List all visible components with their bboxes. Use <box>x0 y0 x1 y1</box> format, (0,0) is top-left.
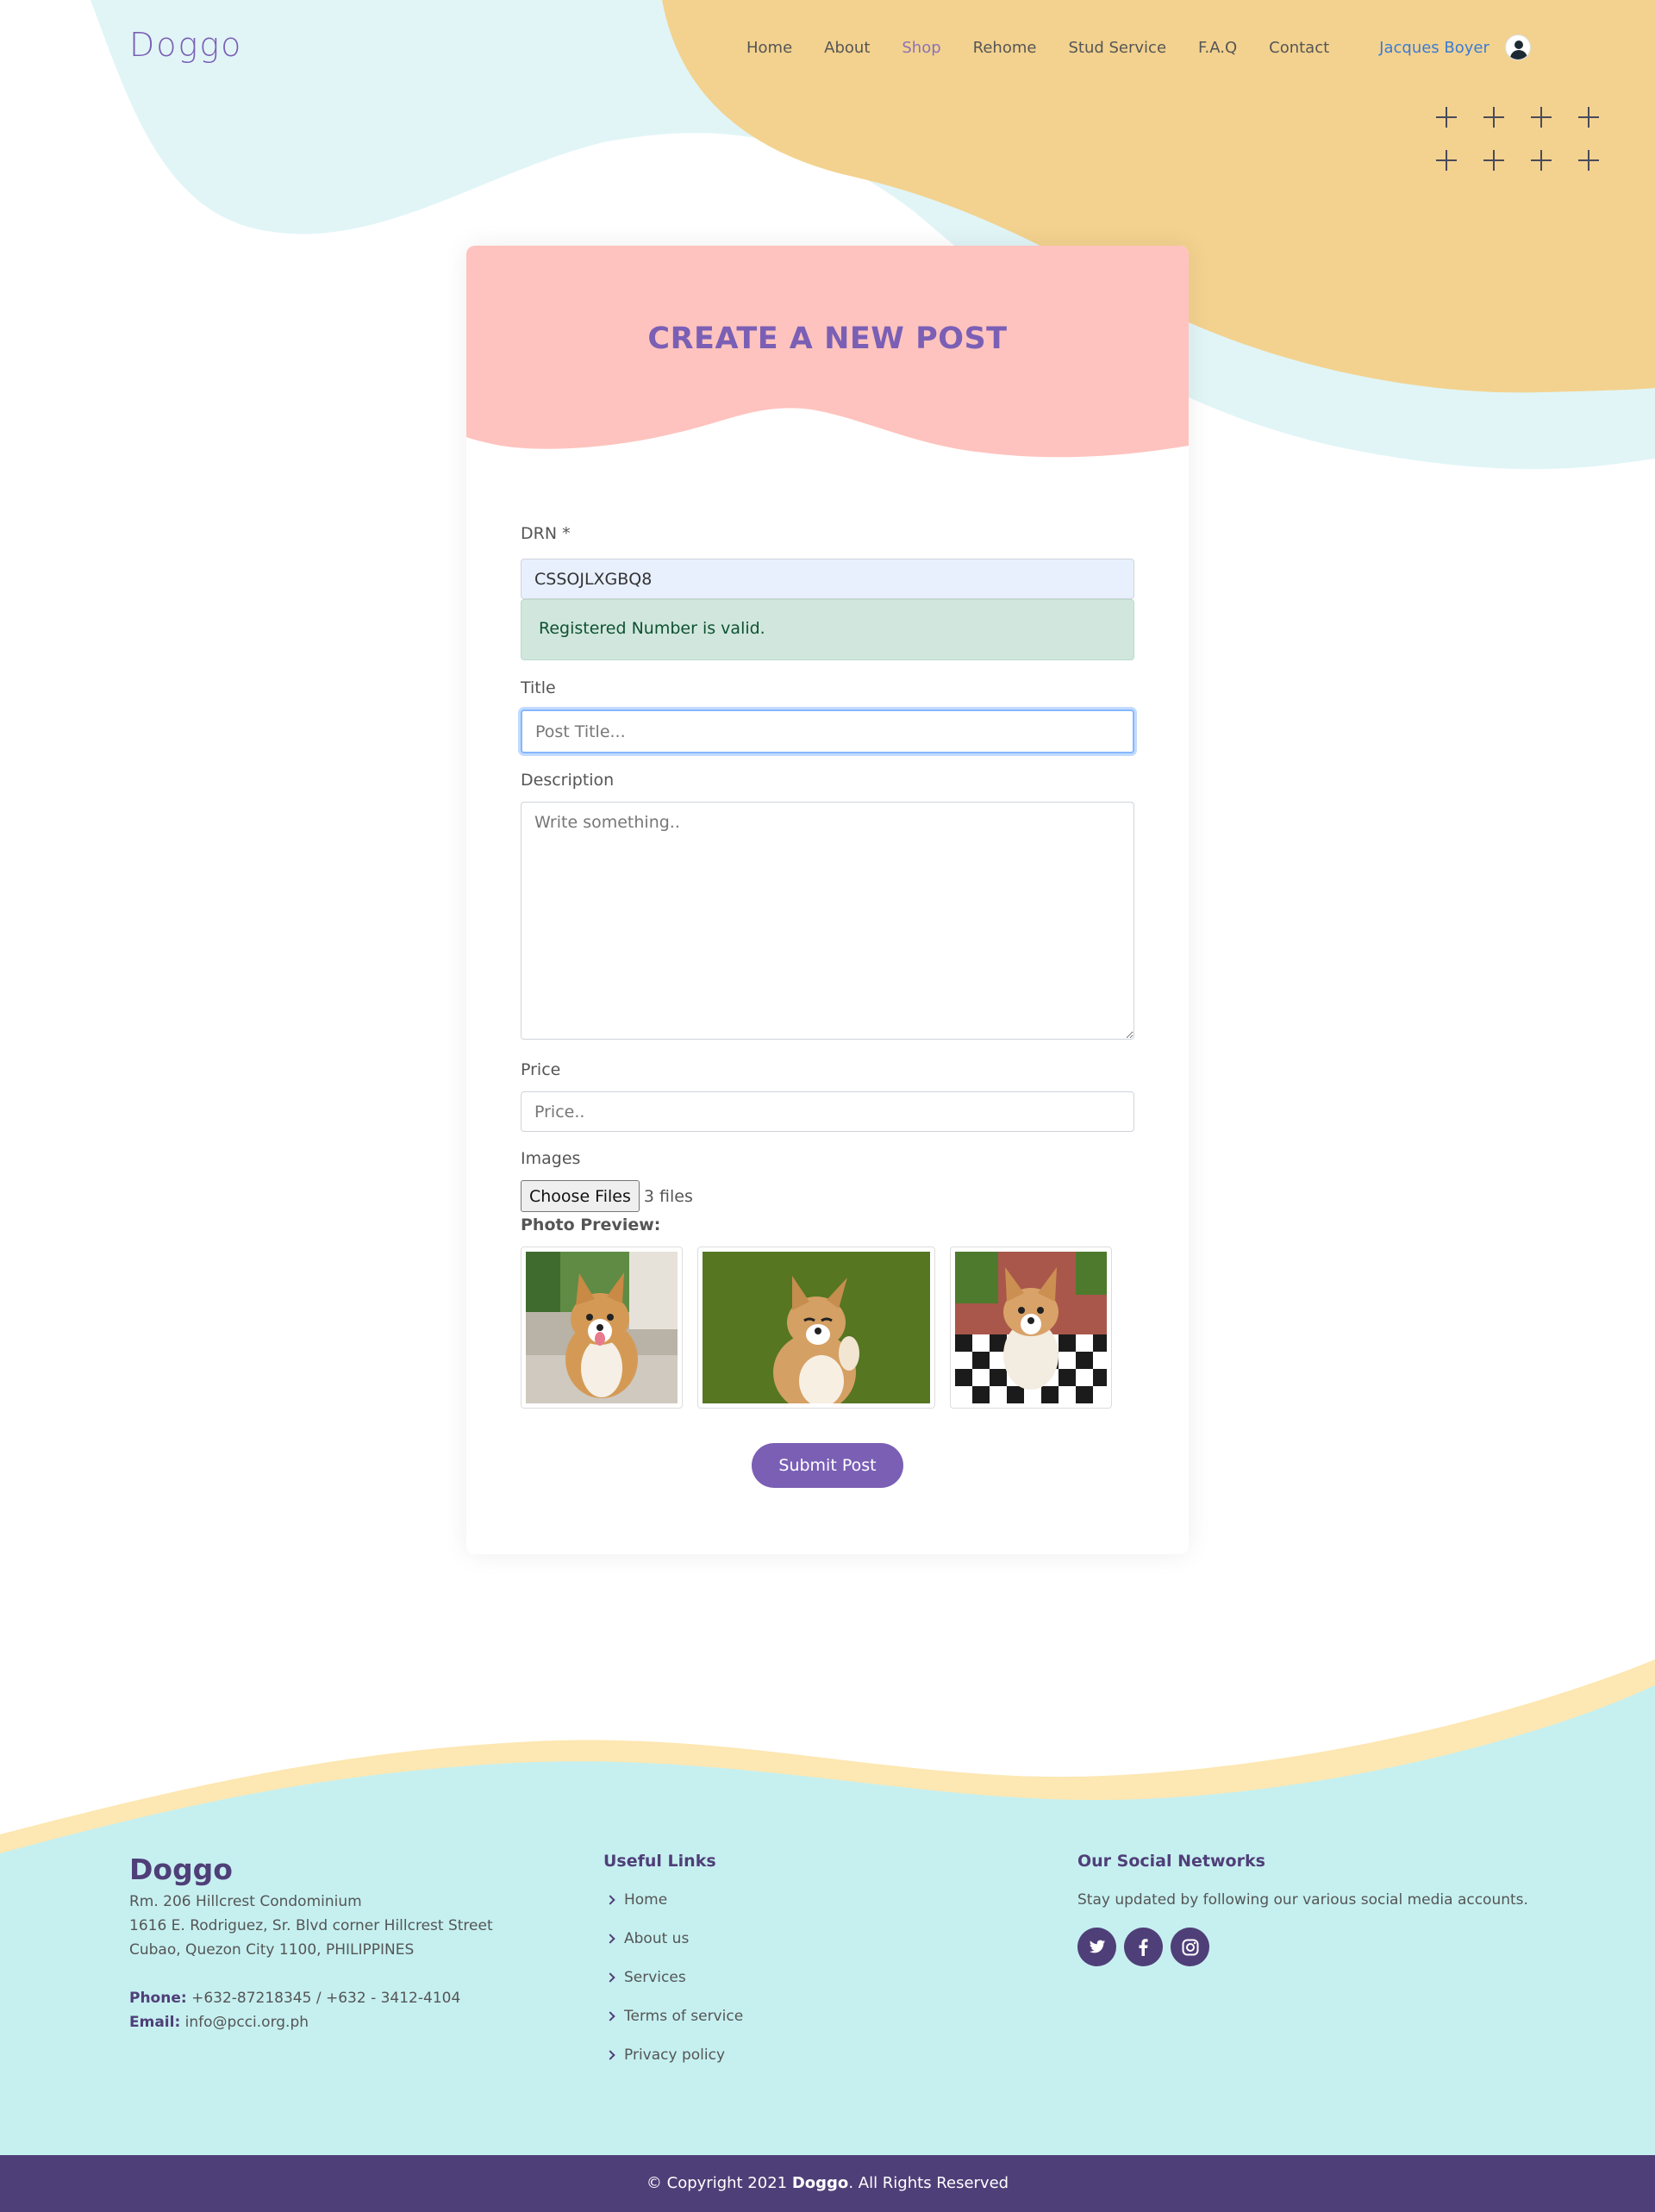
photo-preview-image <box>697 1247 935 1409</box>
nav-item-contact[interactable]: Contact <box>1269 39 1329 57</box>
file-input: Choose Files 3 files <box>521 1180 1134 1212</box>
footer-phone: Phone: +632-87218345 / +632 - 3412-4104 <box>129 1990 461 2007</box>
plus-icon <box>1529 105 1553 129</box>
drn-input[interactable] <box>521 559 1134 599</box>
footer-address-line: Rm. 206 Hillcrest Condominium <box>129 1893 362 1910</box>
footer-link-privacy[interactable]: Privacy policy <box>603 2046 743 2064</box>
drn-label: DRN * <box>521 524 571 543</box>
drn-valid-alert: Registered Number is valid. <box>521 599 1134 660</box>
footer-brand: Doggo <box>129 1853 233 1886</box>
title-label: Title <box>521 678 556 697</box>
plus-icon <box>1577 105 1601 129</box>
copyright-suffix: . All Rights Reserved <box>848 2174 1009 2192</box>
avatar[interactable] <box>1504 34 1531 60</box>
plus-icon <box>1529 148 1553 172</box>
price-label: Price <box>521 1060 561 1079</box>
description-label: Description <box>521 771 615 790</box>
site-header: Doggo Home About Shop Rehome Stud Servic… <box>0 0 1655 95</box>
nav-item-about[interactable]: About <box>824 39 870 57</box>
footer-address-line: 1616 E. Rodriguez, Sr. Blvd corner Hillc… <box>129 1917 493 1934</box>
footer-link-about[interactable]: About us <box>603 1930 743 1947</box>
user-name-link[interactable]: Jacques Boyer <box>1379 39 1490 57</box>
price-input[interactable] <box>521 1091 1134 1132</box>
social-icons <box>1077 1928 1528 1966</box>
useful-links-heading: Useful Links <box>603 1852 716 1871</box>
photo-preview-image <box>521 1247 683 1409</box>
footer-useful-links: Useful Links Home About us Services Term… <box>603 1852 743 2064</box>
footer-social: Our Social Networks Stay updated by foll… <box>1077 1852 1528 1966</box>
description-textarea[interactable] <box>521 802 1134 1040</box>
title-input[interactable] <box>521 709 1134 753</box>
chevron-right-icon <box>605 2050 615 2060</box>
site-footer: Doggo Rm. 206 Hillcrest Condominium 1616… <box>0 1836 1655 2155</box>
nav-item-home[interactable]: Home <box>746 39 792 57</box>
plus-icon <box>1482 105 1506 129</box>
chevron-right-icon <box>605 1972 615 1983</box>
plus-icon <box>1577 148 1601 172</box>
copyright-bar: © Copyright 2021 Doggo. All Rights Reser… <box>0 2155 1655 2212</box>
nav-item-stud-service[interactable]: Stud Service <box>1068 39 1166 57</box>
plus-icon <box>1434 105 1458 129</box>
nav-item-faq[interactable]: F.A.Q <box>1198 39 1237 57</box>
create-post-form: DRN * Registered Number is valid. Title … <box>521 524 1134 1488</box>
copyright-brand: Doggo <box>791 2174 849 2192</box>
plus-icon <box>1434 148 1458 172</box>
nav-item-rehome[interactable]: Rehome <box>973 39 1037 57</box>
social-text: Stay updated by following our various so… <box>1077 1891 1528 1909</box>
site-logo[interactable]: Doggo <box>129 26 242 64</box>
footer-link-services[interactable]: Services <box>603 1969 743 1986</box>
photo-preview-label: Photo Preview: <box>521 1215 661 1234</box>
nav-item-shop[interactable]: Shop <box>902 39 940 57</box>
submit-post-button[interactable]: Submit Post <box>752 1443 903 1488</box>
social-heading: Our Social Networks <box>1077 1852 1265 1871</box>
chevron-right-icon <box>605 2011 615 2021</box>
choose-files-button[interactable]: Choose Files <box>521 1180 640 1212</box>
footer-contact: Doggo Rm. 206 Hillcrest Condominium 1616… <box>129 1853 493 2031</box>
chevron-right-icon <box>605 1934 615 1944</box>
twitter-icon[interactable] <box>1077 1928 1116 1966</box>
chevron-right-icon <box>605 1895 615 1905</box>
facebook-icon[interactable] <box>1124 1928 1163 1966</box>
images-label: Images <box>521 1149 581 1168</box>
footer-link-terms[interactable]: Terms of service <box>603 2008 743 2025</box>
file-count: 3 files <box>643 1186 693 1206</box>
create-post-card: CREATE A NEW POST DRN * Registered Numbe… <box>466 246 1189 1554</box>
plus-pattern <box>1434 105 1607 172</box>
footer-email: Email: info@pcci.org.ph <box>129 2014 309 2031</box>
plus-icon <box>1482 148 1506 172</box>
footer-link-home[interactable]: Home <box>603 1891 743 1909</box>
photo-preview-list <box>521 1247 1134 1409</box>
footer-address-line: Cubao, Quezon City 1100, PHILIPPINES <box>129 1941 415 1959</box>
main-nav: Home About Shop Rehome Stud Service F.A.… <box>746 34 1531 60</box>
instagram-icon[interactable] <box>1171 1928 1209 1966</box>
photo-preview-image <box>950 1247 1112 1409</box>
card-header: CREATE A NEW POST <box>466 246 1189 470</box>
copyright-prefix: © Copyright 2021 <box>646 2174 788 2192</box>
page-title: CREATE A NEW POST <box>647 322 1008 356</box>
card-header-wave <box>466 246 1189 458</box>
